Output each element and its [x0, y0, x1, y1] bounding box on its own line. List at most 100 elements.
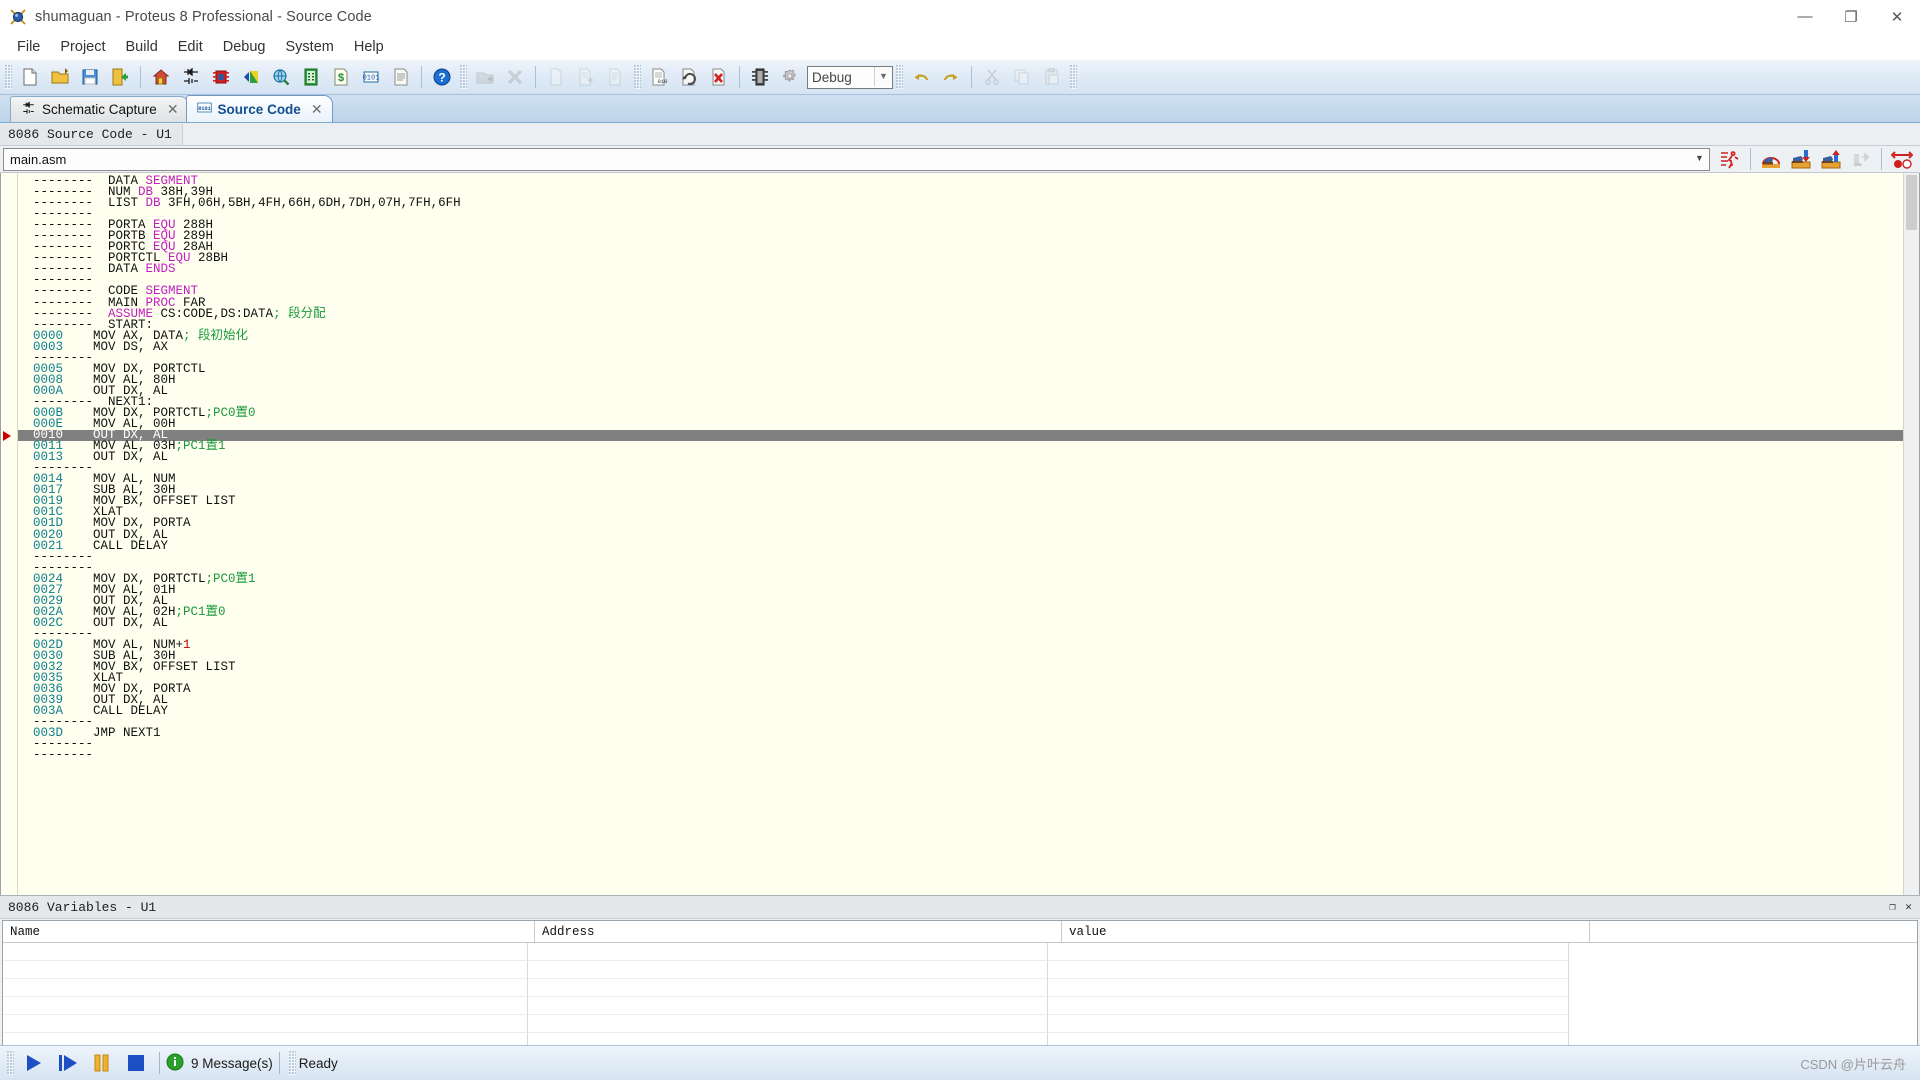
- menu-build[interactable]: Build: [116, 36, 168, 58]
- code-vertical-scrollbar[interactable]: [1903, 173, 1919, 895]
- home-icon[interactable]: [147, 63, 175, 91]
- code-line[interactable]: -------- DATA ENDS: [18, 263, 1903, 276]
- code-line[interactable]: 0039 OUT DX, AL: [18, 694, 1903, 707]
- float-icon[interactable]: ❐: [1886, 900, 1899, 914]
- scrollbar-thumb[interactable]: [1906, 175, 1917, 230]
- stop-button[interactable]: [121, 1050, 151, 1076]
- new-file-icon[interactable]: [542, 63, 570, 91]
- menu-file[interactable]: File: [7, 36, 50, 58]
- open-project-icon[interactable]: [46, 63, 74, 91]
- menu-system[interactable]: System: [276, 36, 344, 58]
- save-project-icon[interactable]: [76, 63, 104, 91]
- menu-debug[interactable]: Debug: [213, 36, 276, 58]
- source-code-editor[interactable]: -------- DATA SEGMENT -------- NUM DB 38…: [0, 173, 1920, 895]
- close-button[interactable]: ✕: [1874, 0, 1920, 33]
- minimize-button[interactable]: —: [1782, 0, 1828, 33]
- code-text-area[interactable]: -------- DATA SEGMENT -------- NUM DB 38…: [18, 173, 1903, 895]
- step-over-icon[interactable]: [1757, 145, 1785, 173]
- toggle-breakpoint-icon[interactable]: [1888, 145, 1916, 173]
- run-to-source-line-icon[interactable]: [1716, 145, 1744, 173]
- code-line[interactable]: -------- NEXT1:: [18, 396, 1903, 409]
- code-line[interactable]: 000B MOV DX, PORTCTL;PC0置0: [18, 407, 1903, 420]
- toolbar-grip[interactable]: [896, 65, 903, 89]
- code-line[interactable]: -------- CODE SEGMENT: [18, 285, 1903, 298]
- menu-project[interactable]: Project: [50, 36, 115, 58]
- build-configuration-select[interactable]: Debug ▼: [807, 65, 893, 89]
- code-line[interactable]: 003D JMP NEXT1: [18, 727, 1903, 740]
- table-row[interactable]: [3, 1015, 1917, 1033]
- design-explorer-icon[interactable]: [267, 63, 295, 91]
- pause-button[interactable]: [87, 1050, 117, 1076]
- table-row[interactable]: [3, 961, 1917, 979]
- table-row[interactable]: [3, 997, 1917, 1015]
- code-line[interactable]: 001C XLAT: [18, 506, 1903, 519]
- code-line[interactable]: 0029 OUT DX, AL: [18, 595, 1903, 608]
- code-line[interactable]: 0036 MOV DX, PORTA: [18, 683, 1903, 696]
- code-line[interactable]: --------: [18, 208, 1903, 221]
- add-files-icon[interactable]: [471, 63, 499, 91]
- code-line[interactable]: 0024 MOV DX, PORTCTL;PC0置1: [18, 572, 1903, 585]
- maximize-button[interactable]: ❐: [1828, 0, 1874, 33]
- code-line[interactable]: 0027 MOV AL, 01H: [18, 583, 1903, 596]
- code-line[interactable]: 0035 XLAT: [18, 672, 1903, 685]
- code-line[interactable]: 003A CALL DELAY: [18, 705, 1903, 718]
- code-line[interactable]: 0014 MOV AL, NUM: [18, 473, 1903, 486]
- code-line[interactable]: 0017 SUB AL, 30H: [18, 484, 1903, 497]
- code-line[interactable]: 0008 MOV AL, 80H: [18, 374, 1903, 387]
- paste-icon[interactable]: [1038, 63, 1066, 91]
- breakpoint-gutter[interactable]: [1, 173, 18, 895]
- step-out-icon[interactable]: [1817, 145, 1845, 173]
- code-line[interactable]: 0000 MOV AX, DATA; 段初始化: [18, 329, 1903, 342]
- code-line[interactable]: 0021 CALL DELAY: [18, 539, 1903, 552]
- help-icon[interactable]: ?: [428, 63, 456, 91]
- code-line[interactable]: --------: [18, 462, 1903, 475]
- vsm-studio-icon[interactable]: 0101: [357, 63, 385, 91]
- code-line[interactable]: --------: [18, 561, 1903, 574]
- code-line[interactable]: -------- ASSUME CS:CODE,DS:DATA; 段分配: [18, 307, 1903, 320]
- statusbar-grip[interactable]: [7, 1051, 14, 1075]
- build-log-icon[interactable]: 010: [645, 63, 673, 91]
- cut-icon[interactable]: [978, 63, 1006, 91]
- run-button[interactable]: [19, 1050, 49, 1076]
- code-line[interactable]: --------: [18, 274, 1903, 287]
- code-line[interactable]: 002D MOV AL, NUM+1: [18, 639, 1903, 652]
- code-line[interactable]: 000E MOV AL, 00H: [18, 418, 1903, 431]
- toolbar-grip[interactable]: [634, 65, 641, 89]
- code-line[interactable]: 0019 MOV BX, OFFSET LIST: [18, 495, 1903, 508]
- code-line[interactable]: --------: [18, 738, 1903, 751]
- code-line[interactable]: --------: [18, 749, 1903, 762]
- code-line[interactable]: 0013 OUT DX, AL: [18, 451, 1903, 464]
- pcb-layout-icon[interactable]: [207, 63, 235, 91]
- project-settings-icon[interactable]: [746, 63, 774, 91]
- menu-help[interactable]: Help: [344, 36, 394, 58]
- copy-file-icon[interactable]: [602, 63, 630, 91]
- code-line[interactable]: 0003 MOV DS, AX: [18, 340, 1903, 353]
- variables-column-header[interactable]: Address: [535, 921, 1062, 942]
- toolbar-grip[interactable]: [460, 65, 467, 89]
- code-line[interactable]: -------- START:: [18, 318, 1903, 331]
- code-line[interactable]: -------- DATA SEGMENT: [18, 175, 1903, 188]
- code-line[interactable]: --------: [18, 352, 1903, 365]
- rebuild-icon[interactable]: [675, 63, 703, 91]
- code-line[interactable]: 0005 MOV DX, PORTCTL: [18, 363, 1903, 376]
- variables-column-header[interactable]: Name: [3, 921, 535, 942]
- run-to-cursor-icon[interactable]: [1847, 145, 1875, 173]
- chevron-down-icon[interactable]: ▼: [1691, 149, 1708, 168]
- add-existing-file-icon[interactable]: [572, 63, 600, 91]
- code-line[interactable]: 0030 SUB AL, 30H: [18, 650, 1903, 663]
- menu-edit[interactable]: Edit: [168, 36, 213, 58]
- code-line[interactable]: 001D MOV DX, PORTA: [18, 517, 1903, 530]
- toolbar-grip[interactable]: [1070, 65, 1077, 89]
- source-code-icon[interactable]: [297, 63, 325, 91]
- bill-of-materials-icon[interactable]: $: [327, 63, 355, 91]
- new-project-icon[interactable]: [16, 63, 44, 91]
- code-line[interactable]: 0032 MOV BX, OFFSET LIST: [18, 661, 1903, 674]
- code-line[interactable]: -------- LIST DB 3FH,06H,5BH,4FH,66H,6DH…: [18, 197, 1903, 210]
- code-line[interactable]: -------- PORTB EQU 289H: [18, 230, 1903, 243]
- schematic-capture-icon[interactable]: [177, 63, 205, 91]
- copy-icon[interactable]: [1008, 63, 1036, 91]
- close-project-icon[interactable]: [106, 63, 134, 91]
- chevron-down-icon[interactable]: ▼: [874, 66, 892, 86]
- statusbar-grip[interactable]: [288, 1051, 296, 1075]
- clean-icon[interactable]: [705, 63, 733, 91]
